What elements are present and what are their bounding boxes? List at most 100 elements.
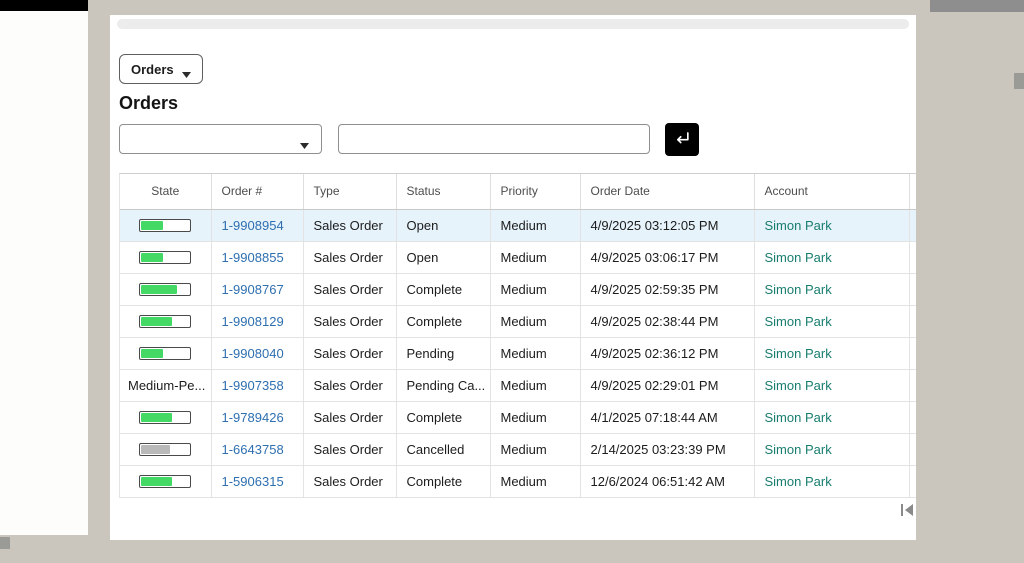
clipped-cell: [909, 369, 916, 402]
account-cell: Simon Park: [754, 209, 910, 242]
column-header-account[interactable]: Account: [754, 174, 910, 210]
order-number-link[interactable]: 1-9907358: [222, 378, 284, 393]
order-number-link[interactable]: 1-9908129: [222, 314, 284, 329]
page-title: Orders: [119, 93, 179, 113]
account-cell: Simon Park: [754, 401, 910, 434]
state-cell: [120, 241, 212, 274]
type-cell: Sales Order: [303, 241, 397, 274]
account-link[interactable]: Simon Park: [765, 314, 832, 329]
enter-icon: [672, 128, 692, 151]
column-header-order-[interactable]: Order #: [211, 174, 304, 210]
table-row[interactable]: 1-9789426 Sales Order Complete Medium 4/1/20…: [120, 401, 916, 434]
order-number-cell: 1-9908767: [211, 273, 304, 306]
state-progress-bar: [139, 250, 192, 264]
column-header-priority[interactable]: Priority: [490, 174, 581, 210]
priority-cell: Medium: [490, 273, 581, 306]
order-date-cell: 2/14/2025 03:23:39 PM: [580, 433, 755, 466]
account-link[interactable]: Simon Park: [765, 474, 832, 489]
type-cell: Sales Order: [303, 209, 397, 242]
order-number-cell: 1-9908129: [211, 305, 304, 338]
pagination-first-page-button[interactable]: [899, 503, 915, 519]
account-link[interactable]: Simon Park: [765, 282, 832, 297]
clipped-cell: [909, 465, 916, 498]
state-progress-bar: [139, 474, 192, 488]
state-cell: [120, 337, 212, 370]
type-cell: Sales Order: [303, 273, 397, 306]
order-number-link[interactable]: 1-9908040: [222, 346, 284, 361]
table-row[interactable]: 1-6643758 Sales Order Cancelled Medium 2/14/…: [120, 433, 916, 466]
orders-dropdown-button[interactable]: Orders: [119, 54, 203, 84]
type-cell: Sales Order: [303, 369, 397, 402]
order-number-cell: 1-9907358: [211, 369, 304, 402]
priority-cell: Medium: [490, 241, 581, 274]
status-cell: Complete: [396, 465, 491, 498]
table-row[interactable]: 1-9908129 Sales Order Complete Medium 4/9/20…: [120, 305, 916, 338]
table-row[interactable]: 1-5906315 Sales Order Complete Medium 12/6/2…: [120, 465, 916, 498]
orders-table: State Order # Type Status Priority Order Date…: [120, 174, 916, 498]
filter-combobox[interactable]: [119, 124, 322, 154]
order-number-link[interactable]: 1-9908767: [222, 282, 284, 297]
type-cell: Sales Order: [303, 401, 397, 434]
column-header-order-date[interactable]: Order Date: [580, 174, 755, 210]
column-header-status[interactable]: Status: [396, 174, 491, 210]
background-window-strip: [0, 11, 88, 535]
order-number-link[interactable]: 1-9908855: [222, 250, 284, 265]
state-progress-bar: [139, 442, 192, 456]
priority-cell: Medium: [490, 369, 581, 402]
order-date-cell: 4/9/2025 03:12:05 PM: [580, 209, 755, 242]
account-link[interactable]: Simon Park: [765, 378, 832, 393]
state-cell: [120, 273, 212, 306]
account-link[interactable]: Simon Park: [765, 410, 832, 425]
search-submit-button[interactable]: [665, 123, 699, 156]
column-header-state[interactable]: State: [120, 174, 212, 210]
status-cell: Cancelled: [396, 433, 491, 466]
clipped-cell: [909, 305, 916, 338]
status-cell: Open: [396, 241, 491, 274]
account-link[interactable]: Simon Park: [765, 442, 832, 457]
orders-table-container: State Order # Type Status Priority Order Date…: [119, 173, 916, 498]
priority-cell: Medium: [490, 465, 581, 498]
type-cell: Sales Order: [303, 465, 397, 498]
table-row[interactable]: 1-9908767 Sales Order Complete Medium 4/9/20…: [120, 273, 916, 306]
status-cell: Pending: [396, 337, 491, 370]
order-date-cell: 4/9/2025 02:36:12 PM: [580, 337, 755, 370]
chevron-down-icon: [300, 136, 309, 149]
order-number-cell: 1-6643758: [211, 433, 304, 466]
state-progress-bar: [139, 410, 192, 424]
status-cell: Complete: [396, 401, 491, 434]
account-link[interactable]: Simon Park: [765, 250, 832, 265]
order-number-link[interactable]: 1-6643758: [222, 442, 284, 457]
state-cell: [120, 401, 212, 434]
clipped-cell: [909, 273, 916, 306]
column-header-type[interactable]: Type: [303, 174, 397, 210]
order-number-link[interactable]: 1-9908954: [222, 218, 284, 233]
order-date-cell: 4/9/2025 02:59:35 PM: [580, 273, 755, 306]
state-cell: [120, 433, 212, 466]
window-fragment-right: [1014, 73, 1024, 89]
state-progress-bar: [139, 314, 192, 328]
priority-cell: Medium: [490, 433, 581, 466]
table-row[interactable]: 1-9908954 Sales Order Open Medium 4/9/2025 0…: [120, 209, 916, 242]
table-row[interactable]: 1-9908040 Sales Order Pending Medium 4/9/202…: [120, 337, 916, 370]
table-row[interactable]: Medium-Pe... 1-9907358 Sales Order Pending …: [120, 369, 916, 402]
orders-dropdown-label: Orders: [131, 61, 174, 77]
state-cell: [120, 305, 212, 338]
state-cell: [120, 209, 212, 242]
window-fragment-top-right: [930, 0, 1024, 12]
order-number-cell: 1-9908855: [211, 241, 304, 274]
order-date-cell: 12/6/2024 06:51:42 AM: [580, 465, 755, 498]
search-input[interactable]: [338, 124, 650, 154]
type-cell: Sales Order: [303, 433, 397, 466]
horizontal-scrollbar[interactable]: [117, 19, 909, 29]
order-number-cell: 1-9908954: [211, 209, 304, 242]
account-link[interactable]: Simon Park: [765, 218, 832, 233]
account-link[interactable]: Simon Park: [765, 346, 832, 361]
table-row[interactable]: 1-9908855 Sales Order Open Medium 4/9/2025 0…: [120, 241, 916, 274]
order-number-link[interactable]: 1-5906315: [222, 474, 284, 489]
status-cell: Complete: [396, 273, 491, 306]
order-number-cell: 1-9908040: [211, 337, 304, 370]
clipped-cell: [909, 209, 916, 242]
clipped-cell: [909, 337, 916, 370]
order-number-link[interactable]: 1-9789426: [222, 410, 284, 425]
column-header-clipped: [909, 174, 916, 210]
